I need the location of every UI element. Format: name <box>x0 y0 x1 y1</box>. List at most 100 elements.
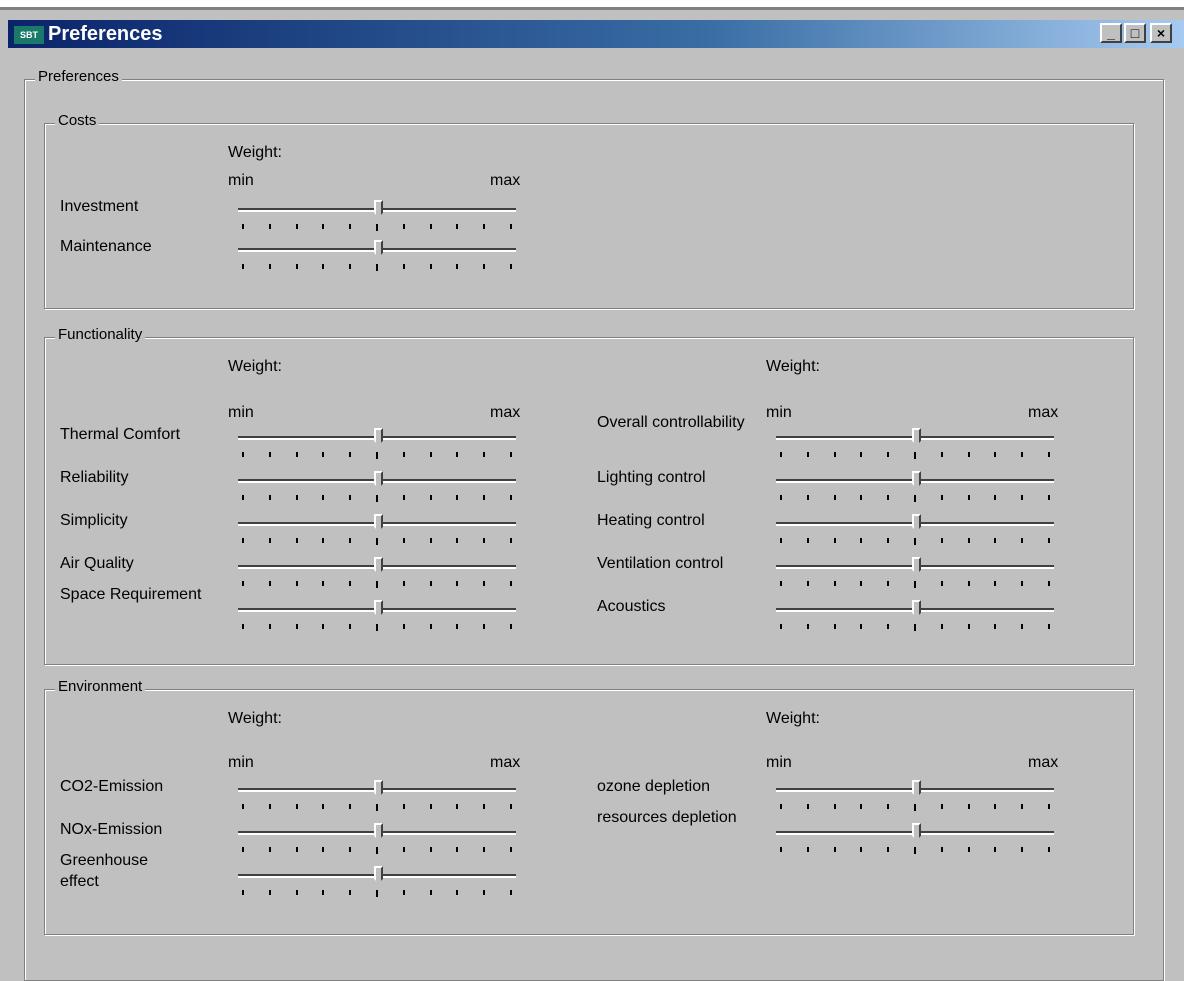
slider-tick <box>860 847 862 852</box>
slider-tick <box>860 452 862 457</box>
slider-tick <box>941 495 943 500</box>
slider-tick <box>1021 495 1023 500</box>
weight-slider[interactable] <box>238 200 518 236</box>
slider-thumb[interactable] <box>374 200 383 218</box>
slider-tick <box>296 847 298 852</box>
weight-slider[interactable] <box>238 823 518 859</box>
slider-thumb[interactable] <box>374 557 383 575</box>
slider-tick <box>914 495 916 502</box>
slider-tick <box>780 538 782 543</box>
weight-slider[interactable] <box>776 600 1056 636</box>
slider-tick <box>834 581 836 586</box>
slider-tick <box>242 264 244 269</box>
slider-tick <box>968 847 970 852</box>
weight-slider[interactable] <box>238 471 518 507</box>
slider-tick <box>456 264 458 269</box>
slider-thumb[interactable] <box>374 600 383 618</box>
slider-thumb[interactable] <box>912 557 921 575</box>
slider-tick <box>483 452 485 457</box>
slider-thumb[interactable] <box>912 428 921 446</box>
slider-tick <box>941 624 943 629</box>
slider-thumb[interactable] <box>374 514 383 532</box>
slider-tick <box>914 452 916 459</box>
slider-tick <box>322 452 324 457</box>
slider-thumb[interactable] <box>912 471 921 489</box>
slider-tick <box>403 264 405 269</box>
slider-thumb[interactable] <box>374 428 383 446</box>
slider-ticks <box>780 538 1052 545</box>
slider-tick <box>403 804 405 809</box>
functionality-right-min-label: min <box>766 404 792 421</box>
weight-slider[interactable] <box>776 823 1056 859</box>
slider-tick <box>456 804 458 809</box>
weight-slider[interactable] <box>776 471 1056 507</box>
slider-label: Investment <box>60 198 139 215</box>
slider-tick <box>322 264 324 269</box>
slider-tick <box>269 890 271 895</box>
slider-label: CO2-Emission <box>60 778 164 795</box>
close-button[interactable]: × <box>1150 23 1172 43</box>
slider-tick <box>269 847 271 852</box>
slider-ticks <box>242 847 514 854</box>
slider-tick <box>269 804 271 809</box>
slider-thumb[interactable] <box>374 471 383 489</box>
slider-tick <box>296 624 298 629</box>
slider-tick <box>403 538 405 543</box>
slider-thumb[interactable] <box>912 514 921 532</box>
weight-slider[interactable] <box>238 240 518 276</box>
slider-ticks <box>242 804 514 811</box>
slider-tick <box>242 452 244 457</box>
slider-tick <box>834 804 836 809</box>
app-icon: SBT <box>14 26 44 44</box>
slider-tick <box>860 538 862 543</box>
title-bar[interactable]: SBT Preferences _ □ × <box>8 20 1184 48</box>
slider-thumb[interactable] <box>912 600 921 618</box>
weight-slider[interactable] <box>238 557 518 593</box>
slider-thumb[interactable] <box>374 780 383 798</box>
slider-tick <box>807 847 809 852</box>
slider-ticks <box>242 495 514 502</box>
slider-tick <box>456 624 458 629</box>
slider-tick <box>376 804 378 811</box>
slider-tick <box>807 624 809 629</box>
slider-tick <box>456 847 458 852</box>
slider-thumb[interactable] <box>374 866 383 884</box>
slider-tick <box>269 224 271 229</box>
preferences-group-label: Preferences <box>35 68 122 85</box>
weight-slider[interactable] <box>238 600 518 636</box>
slider-tick <box>349 847 351 852</box>
weight-slider[interactable] <box>238 866 518 902</box>
slider-tick <box>456 452 458 457</box>
slider-thumb[interactable] <box>912 780 921 798</box>
slider-ticks <box>242 581 514 588</box>
maximize-button[interactable]: □ <box>1124 23 1146 43</box>
slider-tick <box>994 452 996 457</box>
slider-tick <box>510 890 512 895</box>
slider-thumb[interactable] <box>912 823 921 841</box>
weight-slider[interactable] <box>776 428 1056 464</box>
slider-tick <box>914 804 916 811</box>
slider-tick <box>1021 847 1023 852</box>
slider-ticks <box>242 538 514 545</box>
slider-tick <box>403 452 405 457</box>
slider-tick <box>860 804 862 809</box>
minimize-button[interactable]: _ <box>1100 23 1122 43</box>
slider-tick <box>242 847 244 852</box>
environment-left-weight-label: Weight: <box>228 710 282 727</box>
weight-slider[interactable] <box>776 557 1056 593</box>
slider-thumb[interactable] <box>374 240 383 258</box>
weight-slider[interactable] <box>776 514 1056 550</box>
slider-tick <box>322 581 324 586</box>
slider-tick <box>807 804 809 809</box>
environment-right-weight-label: Weight: <box>766 710 820 727</box>
slider-tick <box>242 538 244 543</box>
weight-slider[interactable] <box>238 780 518 816</box>
environment-right-min-label: min <box>766 754 792 771</box>
slider-thumb[interactable] <box>374 823 383 841</box>
functionality-left-min-label: min <box>228 404 254 421</box>
environment-group-label: Environment <box>55 678 146 695</box>
weight-slider[interactable] <box>238 428 518 464</box>
weight-slider[interactable] <box>776 780 1056 816</box>
slider-label: Simplicity <box>60 512 128 529</box>
weight-slider[interactable] <box>238 514 518 550</box>
